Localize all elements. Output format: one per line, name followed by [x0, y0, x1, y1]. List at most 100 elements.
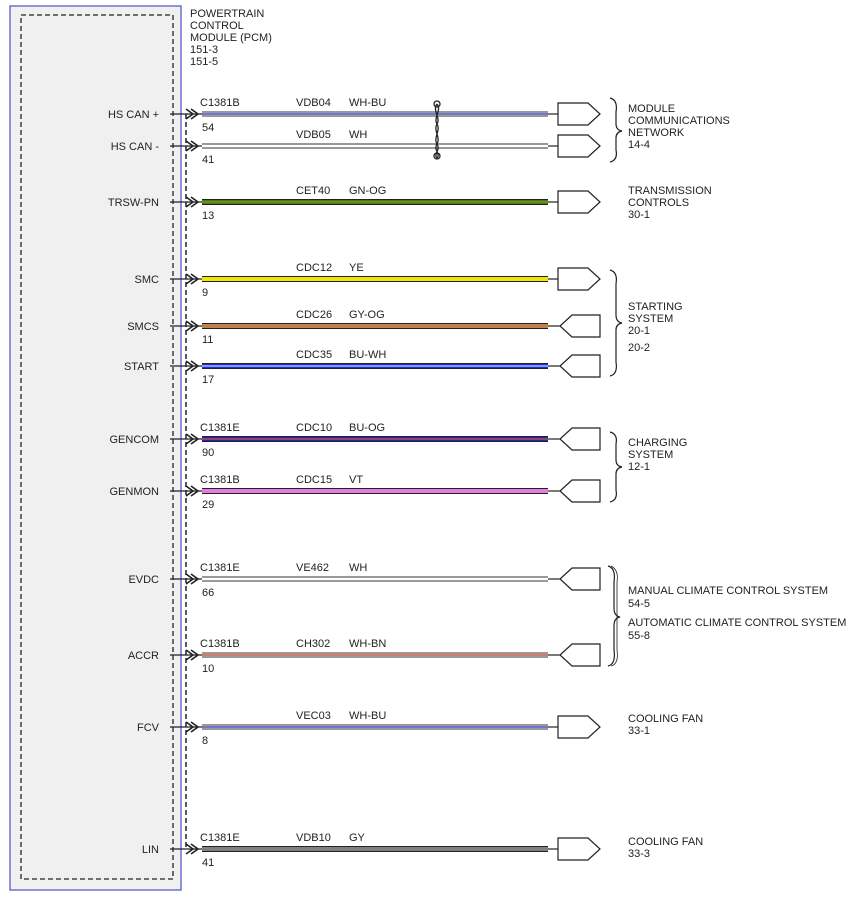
bracket-starting [609, 269, 623, 377]
wire-color-code: WH-BU [349, 97, 386, 109]
wire-stripe [202, 365, 548, 367]
module-title-line: 151-5 [190, 56, 218, 68]
connector-out-icon [557, 102, 601, 126]
wire-color-code: BU-OG [349, 422, 385, 434]
pin-label: SMCS [127, 321, 159, 333]
pin-number: 9 [202, 287, 208, 299]
connector-out-icon [557, 267, 601, 291]
destination-label: COMMUNICATIONS [628, 115, 730, 127]
wire-color-code: WH-BU [349, 710, 386, 722]
pin-number: 29 [202, 499, 214, 511]
pin-label: EVDC [128, 574, 159, 586]
connector-out-icon [557, 190, 601, 214]
destination-brackets [607, 97, 623, 667]
pin-number: 17 [202, 374, 214, 386]
bracket-network [609, 97, 623, 163]
wire-color-code: WH [349, 129, 367, 141]
pin-number: 11 [202, 334, 213, 346]
destination-label: NETWORK [628, 127, 685, 139]
destination-label: MODULE [628, 103, 675, 115]
connector-id: C1381E [200, 832, 240, 844]
circuit-number: VE462 [296, 562, 329, 574]
connector-id: C1381E [200, 422, 240, 434]
destination-label: SYSTEM [628, 449, 673, 461]
bracket-climate [607, 565, 621, 667]
destination-label: STARTING [628, 301, 683, 313]
circuit-number: CH302 [296, 638, 330, 650]
connector-in-icon [559, 314, 601, 338]
wire-color-code: YE [349, 262, 364, 274]
wire-stripe [202, 325, 548, 327]
wire-stripe [202, 438, 548, 440]
pin-label: HS CAN - [111, 141, 160, 153]
destination-label: 12-1 [628, 461, 650, 473]
connector-in-icon [559, 567, 601, 591]
destination-label: 55-8 [628, 630, 650, 642]
connector-out-icon [557, 134, 601, 158]
connector-in-icon [559, 354, 601, 378]
wire-color-code: WH-BN [349, 638, 386, 650]
destination-label: 30-1 [628, 209, 650, 221]
circuit-number: CDC12 [296, 262, 332, 274]
connector-id: C1381B [200, 97, 240, 109]
wire-color-code: BU-WH [349, 349, 386, 361]
pin-number: 66 [202, 587, 214, 599]
circuit-number: CDC10 [296, 422, 332, 434]
wire-fill [202, 277, 548, 281]
pin-label: TRSW-PN [108, 197, 159, 209]
connector-in-icon [559, 479, 601, 503]
wiring-diagram: POWERTRAIN CONTROL MODULE (PCM) 151-3 15… [9, 5, 846, 891]
wire-color-code: GY [349, 832, 366, 844]
pin-number: 41 [202, 154, 214, 166]
destination-label: CONTROLS [628, 197, 689, 209]
pin-label: FCV [137, 722, 160, 734]
destination-label: MANUAL CLIMATE CONTROL SYSTEM [628, 585, 828, 597]
connector-id: C1381B [200, 474, 240, 486]
wire-fill [202, 489, 548, 493]
connector-id: C1381B [200, 638, 240, 650]
destination-label: CHARGING [628, 437, 687, 449]
circuit-number: VDB04 [296, 97, 331, 109]
wire-stripe [202, 201, 548, 203]
wire-color-code: WH [349, 562, 367, 574]
circuit-number: CDC15 [296, 474, 332, 486]
circuit-number: CDC26 [296, 309, 332, 321]
pin-number: 54 [202, 122, 214, 134]
circuit-number: VEC03 [296, 710, 331, 722]
pin-number: 10 [202, 663, 214, 675]
wire-color-code: VT [349, 474, 363, 486]
destination-label: COOLING FAN [628, 713, 703, 725]
destination-label: TRANSMISSION [628, 185, 712, 197]
destination-label: SYSTEM [628, 313, 673, 325]
destination-label: COOLING FAN [628, 836, 703, 848]
pin-label: START [124, 361, 159, 373]
destination-label: 14-4 [628, 139, 650, 151]
twisted-pair-icon [433, 100, 441, 160]
circuit-number: VDB10 [296, 832, 331, 844]
pin-label: SMC [135, 274, 160, 286]
destination-label: 33-3 [628, 848, 650, 860]
wire-color-code: GN-OG [349, 185, 386, 197]
circuit-number: CET40 [296, 185, 330, 197]
bracket-charging [609, 431, 623, 503]
destination-label: 54-5 [628, 598, 650, 610]
pin-label: ACCR [128, 650, 159, 662]
destination-label: 20-1 [628, 325, 650, 337]
connector-id: C1381E [200, 562, 240, 574]
destination-label: AUTOMATIC CLIMATE CONTROL SYSTEM [628, 617, 846, 629]
module-box [9, 5, 182, 891]
destination-label: 33-1 [628, 725, 650, 737]
wire-color-code: GY-OG [349, 309, 385, 321]
module-title-line: 151-3 [190, 44, 218, 56]
pin-number: 13 [202, 210, 214, 222]
connector-in-icon [559, 643, 601, 667]
pin-label: HS CAN + [108, 109, 159, 121]
wire-fill [202, 847, 548, 851]
circuit-group: HS CAN + C1381B VDB04 WH-BU 54 HS CAN - VDB05 W… [108, 97, 601, 869]
module-title-line: MODULE (PCM) [190, 32, 272, 44]
pin-label: LIN [142, 844, 159, 856]
destination-label: 20-2 [628, 342, 650, 354]
circuit-number: VDB05 [296, 129, 331, 141]
pin-label: GENCOM [110, 434, 160, 446]
pin-number: 90 [202, 447, 214, 459]
